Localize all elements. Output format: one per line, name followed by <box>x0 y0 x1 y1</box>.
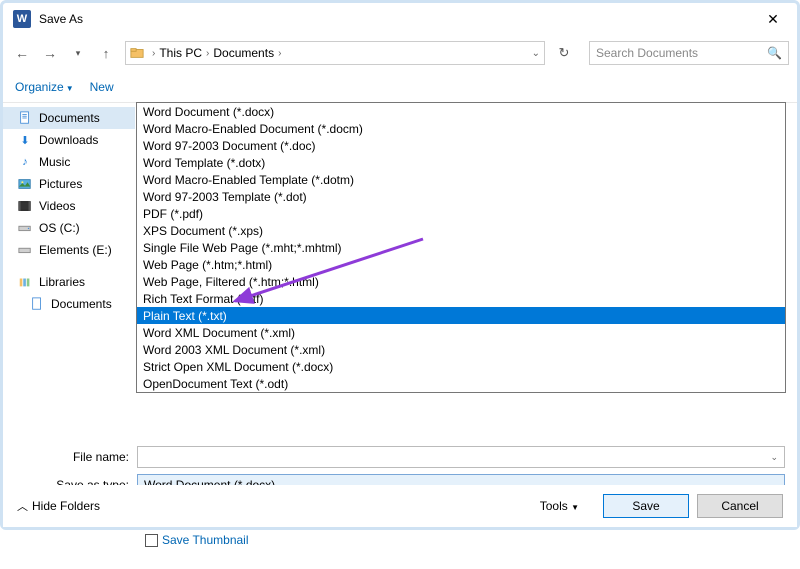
chevron-up-icon: ︿ <box>17 498 28 514</box>
search-placeholder: Search Documents <box>596 46 698 60</box>
filename-input[interactable]: ⌄ <box>137 446 785 468</box>
type-option[interactable]: Word 2003 XML Document (*.xml) <box>137 341 785 358</box>
refresh-button[interactable]: ↻ <box>553 42 575 64</box>
search-icon: 🔍 <box>767 46 782 60</box>
type-option[interactable]: Strict Open XML Document (*.docx) <box>137 358 785 375</box>
sidebar-item-label: OS (C:) <box>39 221 80 235</box>
type-option[interactable]: Web Page, Filtered (*.htm;*.html) <box>137 273 785 290</box>
type-option[interactable]: Word Template (*.dotx) <box>137 154 785 171</box>
tools-button[interactable]: Tools ▼ <box>540 499 579 513</box>
sidebar-item-label: Elements (E:) <box>39 243 112 257</box>
videos-icon <box>17 199 33 213</box>
libraries-icon <box>17 275 33 289</box>
type-option[interactable]: Rich Text Format (*.rtf) <box>137 290 785 307</box>
type-option[interactable]: Plain Text (*.txt) <box>137 307 785 324</box>
sidebar-item-label: Downloads <box>39 133 98 147</box>
chevron-right-icon: › <box>278 48 281 59</box>
word-app-icon: W <box>13 10 31 28</box>
cancel-button[interactable]: Cancel <box>697 494 783 518</box>
sidebar-item-label: Pictures <box>39 177 82 191</box>
type-option[interactable]: Word Macro-Enabled Template (*.dotm) <box>137 171 785 188</box>
filename-label: File name: <box>15 450 137 464</box>
chevron-right-icon: › <box>152 48 155 59</box>
up-button[interactable]: ↑ <box>95 42 117 64</box>
organize-button[interactable]: Organize▼ <box>15 80 74 94</box>
dialog-body: Documents ⬇ Downloads ♪ Music Pictures V… <box>3 103 797 413</box>
sidebar-item-label: Libraries <box>39 275 85 289</box>
window-title: Save As <box>39 12 753 26</box>
sidebar-item-libraries[interactable]: Libraries <box>3 271 135 293</box>
save-thumbnail-label: Save Thumbnail <box>162 533 249 547</box>
type-option[interactable]: Single File Web Page (*.mht;*.mhtml) <box>137 239 785 256</box>
drive-icon <box>17 243 33 257</box>
title-bar: W Save As ✕ <box>3 3 797 35</box>
download-icon: ⬇ <box>17 133 33 147</box>
breadcrumb-documents[interactable]: Documents <box>213 46 274 60</box>
chevron-right-icon: › <box>206 48 209 59</box>
breadcrumb-thispc[interactable]: This PC <box>159 46 202 60</box>
document-icon <box>17 111 33 125</box>
save-thumbnail-checkbox[interactable] <box>145 534 158 547</box>
type-option[interactable]: Word 97-2003 Document (*.doc) <box>137 137 785 154</box>
sidebar-item-lib-documents[interactable]: Documents <box>3 293 135 315</box>
address-bar[interactable]: › This PC › Documents › ⌄ <box>125 41 545 65</box>
toolbar: Organize▼ New <box>3 71 797 103</box>
footer: ︿ Hide Folders Tools ▼ Save Cancel <box>3 485 797 527</box>
music-icon: ♪ <box>17 155 33 169</box>
sidebar: Documents ⬇ Downloads ♪ Music Pictures V… <box>3 103 135 413</box>
save-button[interactable]: Save <box>603 494 689 518</box>
close-button[interactable]: ✕ <box>753 4 793 34</box>
new-folder-button[interactable]: New <box>90 80 114 94</box>
type-option[interactable]: Word XML Document (*.xml) <box>137 324 785 341</box>
type-option[interactable]: OpenDocument Text (*.odt) <box>137 375 785 392</box>
chevron-down-icon[interactable]: ⌄ <box>770 452 778 463</box>
type-option[interactable]: Word Macro-Enabled Document (*.docm) <box>137 120 785 137</box>
folder-icon <box>130 46 144 60</box>
search-input[interactable]: Search Documents 🔍 <box>589 41 789 65</box>
chevron-down-icon[interactable]: ⌄ <box>532 48 540 59</box>
sidebar-item-label: Documents <box>39 111 100 125</box>
sidebar-item-pictures[interactable]: Pictures <box>3 173 135 195</box>
sidebar-item-music[interactable]: ♪ Music <box>3 151 135 173</box>
sidebar-item-videos[interactable]: Videos <box>3 195 135 217</box>
save-as-type-dropdown-list[interactable]: Word Document (*.docx)Word Macro-Enabled… <box>136 102 786 393</box>
recent-locations-icon[interactable]: ▾ <box>67 42 89 64</box>
sidebar-item-os-c[interactable]: OS (C:) <box>3 217 135 239</box>
drive-icon <box>17 221 33 235</box>
nav-bar: ← → ▾ ↑ › This PC › Documents › ⌄ ↻ Sear… <box>3 35 797 71</box>
hide-folders-button[interactable]: ︿ Hide Folders <box>17 498 100 514</box>
sidebar-item-downloads[interactable]: ⬇ Downloads <box>3 129 135 151</box>
type-option[interactable]: XPS Document (*.xps) <box>137 222 785 239</box>
sidebar-item-label: Documents <box>51 297 112 311</box>
type-option[interactable]: PDF (*.pdf) <box>137 205 785 222</box>
sidebar-item-documents[interactable]: Documents <box>3 107 135 129</box>
pictures-icon <box>17 177 33 191</box>
document-icon <box>29 297 45 311</box>
sidebar-item-label: Music <box>39 155 70 169</box>
sidebar-item-elements-e[interactable]: Elements (E:) <box>3 239 135 261</box>
forward-button[interactable]: → <box>39 42 61 64</box>
type-option[interactable]: Word Document (*.docx) <box>137 103 785 120</box>
sidebar-item-label: Videos <box>39 199 75 213</box>
type-option[interactable]: Web Page (*.htm;*.html) <box>137 256 785 273</box>
type-option[interactable]: Word 97-2003 Template (*.dot) <box>137 188 785 205</box>
back-button[interactable]: ← <box>11 42 33 64</box>
